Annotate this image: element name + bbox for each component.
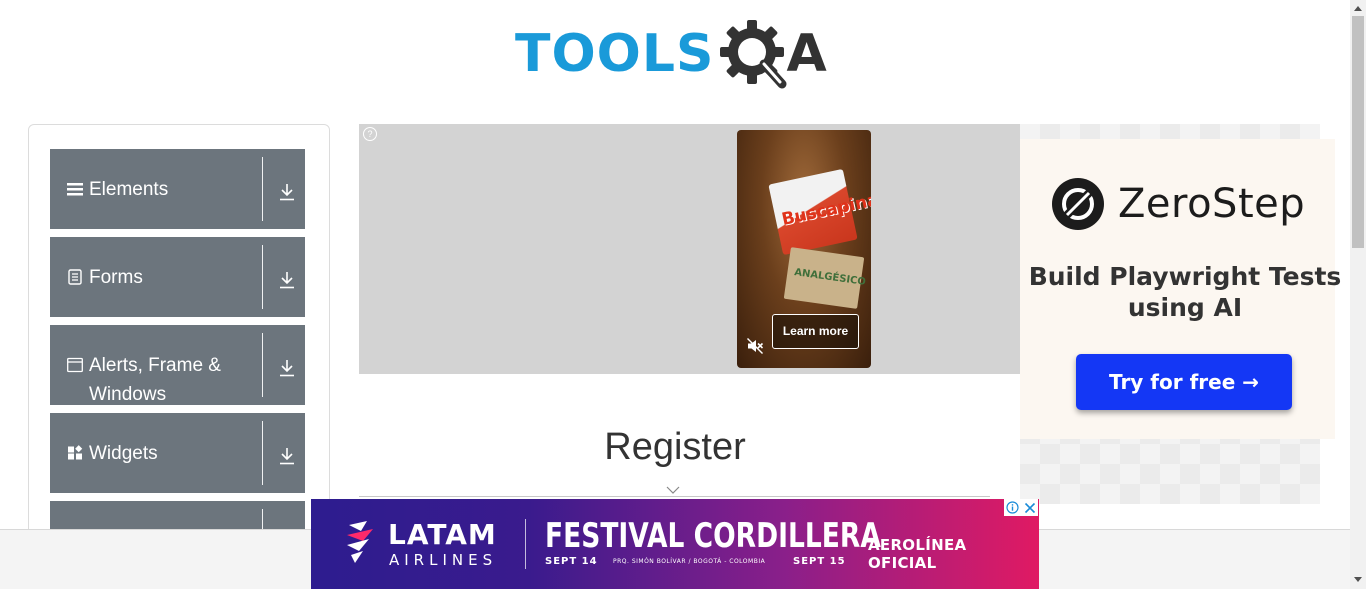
widgets-icon bbox=[68, 445, 83, 460]
sidebar-item-label: Widgets bbox=[89, 443, 158, 464]
logo-a-text: A bbox=[786, 24, 827, 84]
muted-speaker-icon[interactable] bbox=[746, 337, 764, 355]
zerostep-tagline: Build Playwright Tests using AI bbox=[1028, 262, 1342, 322]
festival-date-end: SEPT 15 bbox=[793, 556, 846, 567]
divider bbox=[262, 333, 263, 397]
learn-more-button[interactable]: Learn more bbox=[772, 314, 859, 349]
latam-brand-sub: AIRLINES bbox=[389, 551, 498, 569]
logo-tools-text: TOOLS bbox=[515, 24, 715, 84]
sidebar-item-forms[interactable]: Forms bbox=[50, 237, 305, 317]
latam-brand: LATAM bbox=[388, 518, 497, 551]
download-arrow-icon[interactable] bbox=[279, 359, 295, 377]
close-icon[interactable] bbox=[1021, 499, 1038, 516]
window-icon bbox=[67, 357, 83, 373]
festival-title: FESTIVAL CORDILLERA bbox=[545, 516, 881, 556]
sidebar: Elements Forms Alerts, Frame & Windows W… bbox=[28, 124, 330, 589]
sidebar-item-label: Elements bbox=[89, 179, 169, 200]
sidebar-item-elements[interactable]: Elements bbox=[50, 149, 305, 229]
divider bbox=[262, 421, 263, 485]
download-arrow-icon[interactable] bbox=[279, 183, 295, 201]
adchoices[interactable] bbox=[1004, 499, 1038, 516]
festival-date-start: SEPT 14 bbox=[545, 556, 598, 567]
video-player[interactable]: Buscapina ANALGÉSICO Learn more bbox=[737, 130, 871, 368]
sidebar-item-label: Forms bbox=[89, 267, 143, 288]
festival-venue: PRQ. SIMÓN BOLÍVAR / BOGOTÁ - COLOMBIA bbox=[613, 558, 766, 565]
try-for-free-button[interactable]: Try for free → bbox=[1076, 354, 1292, 410]
zerostep-ad[interactable]: ZeroStep Build Playwright Tests using AI… bbox=[1020, 124, 1341, 504]
page: TOOLS A Elements Forms Alerts, Frame & W… bbox=[0, 0, 1366, 589]
video-ad[interactable]: ? Buscapina ANALGÉSICO Learn more bbox=[359, 124, 1020, 374]
logo-qa: A bbox=[718, 18, 827, 90]
chevron-down-icon bbox=[666, 486, 680, 494]
vertical-scrollbar[interactable] bbox=[1350, 0, 1366, 589]
sidebar-item-alerts-frame-windows[interactable]: Alerts, Frame & Windows bbox=[50, 325, 305, 405]
zerostep-card: ZeroStep Build Playwright Tests using AI… bbox=[1020, 139, 1341, 439]
divider bbox=[262, 157, 263, 221]
gear-magnifier-icon bbox=[720, 20, 787, 89]
hamburger-icon bbox=[67, 183, 83, 196]
info-icon[interactable] bbox=[1004, 499, 1021, 516]
title-divider bbox=[359, 496, 990, 497]
page-title: Register bbox=[604, 426, 746, 468]
sidebar-item-widgets[interactable]: Widgets bbox=[50, 413, 305, 493]
scroll-up-icon[interactable] bbox=[1354, 5, 1362, 11]
toolsqa-logo[interactable]: TOOLS A bbox=[515, 18, 827, 90]
help-icon[interactable]: ? bbox=[363, 127, 377, 141]
download-arrow-icon[interactable] bbox=[279, 447, 295, 465]
scroll-down-icon[interactable] bbox=[1354, 577, 1362, 583]
latam-logo-icon bbox=[347, 521, 373, 563]
latam-banner-ad[interactable]: LATAM AIRLINES FESTIVAL CORDILLERA SEPT … bbox=[311, 499, 1039, 589]
document-icon bbox=[68, 269, 82, 285]
download-arrow-icon[interactable] bbox=[279, 271, 295, 289]
zerostep-brand: ZeroStep bbox=[1118, 181, 1306, 227]
scrollbar-thumb[interactable] bbox=[1352, 16, 1364, 248]
zerostep-logo-icon bbox=[1052, 178, 1104, 230]
official-airline-text: AEROLÍNEA OFICIAL bbox=[868, 536, 967, 572]
divider bbox=[525, 519, 526, 569]
sidebar-item-label: Alerts, Frame & Windows bbox=[89, 355, 221, 405]
divider bbox=[262, 245, 263, 309]
